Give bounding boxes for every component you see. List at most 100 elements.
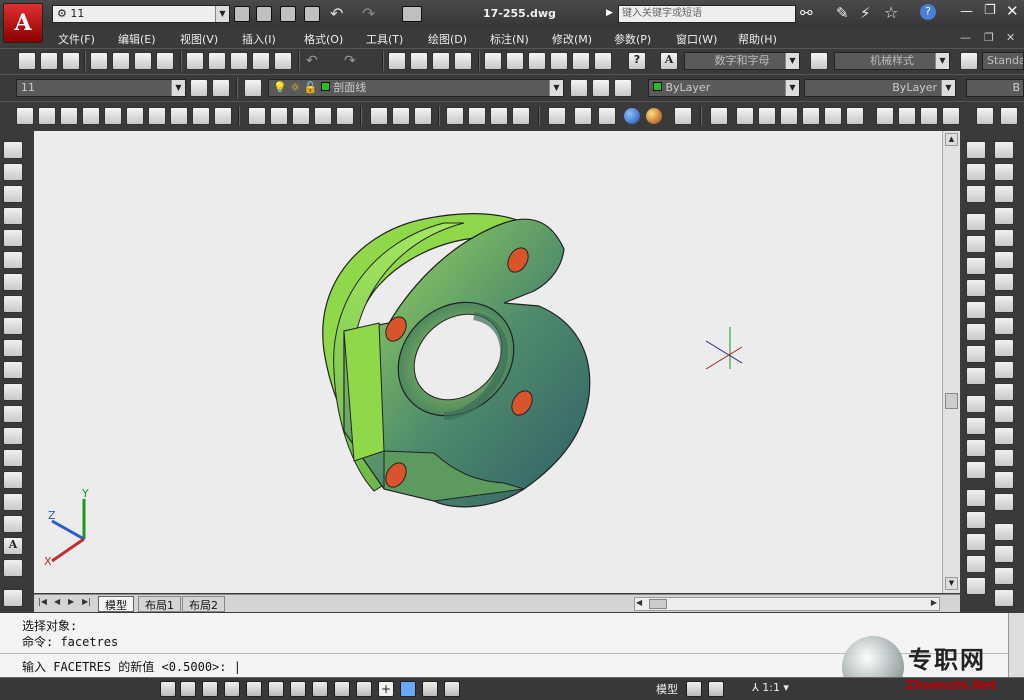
scroll-thumb[interactable] bbox=[945, 393, 958, 409]
subtract-side-icon[interactable] bbox=[966, 163, 986, 181]
undo-icon[interactable]: ↶ bbox=[330, 4, 343, 23]
help-button-icon[interactable]: ? bbox=[628, 52, 646, 70]
polygon-icon[interactable] bbox=[3, 207, 23, 225]
paste-icon[interactable] bbox=[230, 52, 248, 70]
zoom-window-icon[interactable] bbox=[432, 52, 450, 70]
solid-check-icon[interactable] bbox=[966, 577, 986, 595]
3d-align-icon[interactable] bbox=[490, 107, 508, 125]
circle-icon[interactable] bbox=[3, 273, 23, 291]
camera-icon[interactable] bbox=[976, 107, 994, 125]
visual-style-manager-icon[interactable] bbox=[674, 107, 692, 125]
navigation-pan-icon[interactable] bbox=[3, 589, 23, 607]
tab-layout2[interactable]: 布局2 bbox=[182, 596, 225, 612]
tab-layout1[interactable]: 布局1 bbox=[138, 596, 181, 612]
plot-icon[interactable] bbox=[90, 52, 108, 70]
menu-help[interactable]: 帮助(H) bbox=[738, 31, 777, 47]
revision-cloud-icon[interactable] bbox=[3, 295, 23, 313]
selection-cycling-icon[interactable] bbox=[444, 681, 460, 697]
menu-window[interactable]: 窗口(W) bbox=[676, 31, 717, 47]
undo-icon[interactable]: ↶ bbox=[306, 53, 318, 69]
sheet-set-icon[interactable] bbox=[550, 52, 568, 70]
tab-first-icon[interactable]: |◀ bbox=[38, 597, 47, 606]
solid-edit-icon[interactable] bbox=[966, 555, 986, 573]
save-as-icon[interactable] bbox=[304, 6, 320, 22]
color-faces-icon[interactable] bbox=[966, 367, 986, 385]
properties-icon[interactable] bbox=[484, 52, 502, 70]
plot-preview-icon[interactable] bbox=[112, 52, 130, 70]
chamfer-icon[interactable] bbox=[994, 449, 1014, 467]
arc-icon[interactable] bbox=[3, 251, 23, 269]
menu-view[interactable]: 视图(V) bbox=[180, 31, 218, 47]
menu-file[interactable]: 文件(F) bbox=[58, 31, 95, 47]
erase-icon[interactable] bbox=[994, 141, 1014, 159]
helix-icon[interactable] bbox=[192, 107, 210, 125]
make-current-layer-icon[interactable] bbox=[570, 79, 588, 97]
minimize-icon[interactable]: — bbox=[960, 4, 973, 19]
markup-icon[interactable] bbox=[572, 52, 590, 70]
quickcalc-icon[interactable] bbox=[594, 52, 612, 70]
layer-properties-icon[interactable] bbox=[212, 79, 230, 97]
break-icon[interactable] bbox=[994, 405, 1014, 423]
layer-state-dropdown[interactable]: 11 ▼ bbox=[16, 79, 186, 97]
new-file-icon[interactable] bbox=[234, 6, 250, 22]
right-view-icon[interactable] bbox=[802, 107, 820, 125]
design-center-icon[interactable] bbox=[506, 52, 524, 70]
table-style-dropdown[interactable]: Standard bbox=[982, 52, 1024, 70]
intersect-icon[interactable] bbox=[414, 107, 432, 125]
scroll-down-icon[interactable]: ▼ bbox=[945, 577, 958, 590]
infer-constraints-icon[interactable] bbox=[160, 681, 176, 697]
wireframe-icon[interactable] bbox=[574, 107, 592, 125]
sw-iso-icon[interactable] bbox=[876, 107, 894, 125]
construction-line-icon[interactable] bbox=[3, 163, 23, 181]
pyramid-icon[interactable] bbox=[170, 107, 188, 125]
new-icon[interactable] bbox=[18, 52, 36, 70]
ne-iso-icon[interactable] bbox=[920, 107, 938, 125]
publish-icon[interactable] bbox=[134, 52, 152, 70]
3d-osnap-icon[interactable] bbox=[290, 681, 306, 697]
layer-manager-icon[interactable] bbox=[244, 79, 262, 97]
front-view-icon[interactable] bbox=[824, 107, 842, 125]
tab-last-icon[interactable]: ▶| bbox=[82, 597, 91, 606]
layer-freeze-icon[interactable] bbox=[994, 589, 1014, 607]
imprint-icon[interactable] bbox=[966, 439, 986, 457]
open-file-icon[interactable] bbox=[256, 6, 272, 22]
lineweight-icon[interactable]: + bbox=[378, 681, 394, 697]
vertical-scrollbar[interactable]: ▲ ▼ bbox=[942, 131, 960, 593]
dynamic-ucs-icon[interactable] bbox=[334, 681, 350, 697]
loft-icon[interactable] bbox=[336, 107, 354, 125]
ellipse-arc-icon[interactable] bbox=[3, 361, 23, 379]
menu-insert[interactable]: 插入(I) bbox=[242, 31, 276, 47]
move-icon[interactable] bbox=[994, 251, 1014, 269]
navigation-icon[interactable] bbox=[1000, 107, 1018, 125]
sweep-icon[interactable] bbox=[292, 107, 310, 125]
layer-dropdown[interactable]: 💡 ☼ 🔓 剖面线 ▼ bbox=[268, 79, 564, 97]
scroll-right-icon[interactable]: ▶ bbox=[931, 598, 937, 607]
rotate-icon[interactable] bbox=[994, 273, 1014, 291]
minimize-doc-icon[interactable]: — bbox=[960, 31, 971, 44]
visual-style-icon[interactable] bbox=[548, 107, 566, 125]
save-icon[interactable] bbox=[280, 6, 296, 22]
shell-icon[interactable] bbox=[966, 511, 986, 529]
zoom-previous-icon[interactable] bbox=[454, 52, 472, 70]
stretch-icon[interactable] bbox=[994, 317, 1014, 335]
redo-icon[interactable]: ↷ bbox=[344, 53, 356, 69]
torus-icon[interactable] bbox=[148, 107, 166, 125]
redo-icon[interactable]: ↷ bbox=[362, 4, 375, 23]
command-prompt[interactable]: 输入 FACETRES 的新值 <0.5000>: | bbox=[22, 658, 241, 675]
menu-tools[interactable]: 工具(T) bbox=[366, 31, 403, 47]
pan-icon[interactable] bbox=[388, 52, 406, 70]
clean-icon[interactable] bbox=[966, 461, 986, 479]
cylinder-icon[interactable] bbox=[126, 107, 144, 125]
quick-properties-icon[interactable] bbox=[422, 681, 438, 697]
app-logo-button[interactable]: A bbox=[3, 3, 43, 43]
planar-surface-icon[interactable] bbox=[214, 107, 232, 125]
scroll-up-icon[interactable]: ▲ bbox=[945, 133, 958, 146]
line-icon[interactable] bbox=[3, 141, 23, 159]
se-iso-icon[interactable] bbox=[898, 107, 916, 125]
join-icon[interactable] bbox=[994, 427, 1014, 445]
menu-dimension[interactable]: 标注(N) bbox=[490, 31, 529, 47]
insert-block-icon[interactable] bbox=[3, 383, 23, 401]
match-properties-icon[interactable] bbox=[252, 52, 270, 70]
wedge-icon[interactable] bbox=[60, 107, 78, 125]
hatch-icon[interactable] bbox=[3, 449, 23, 467]
